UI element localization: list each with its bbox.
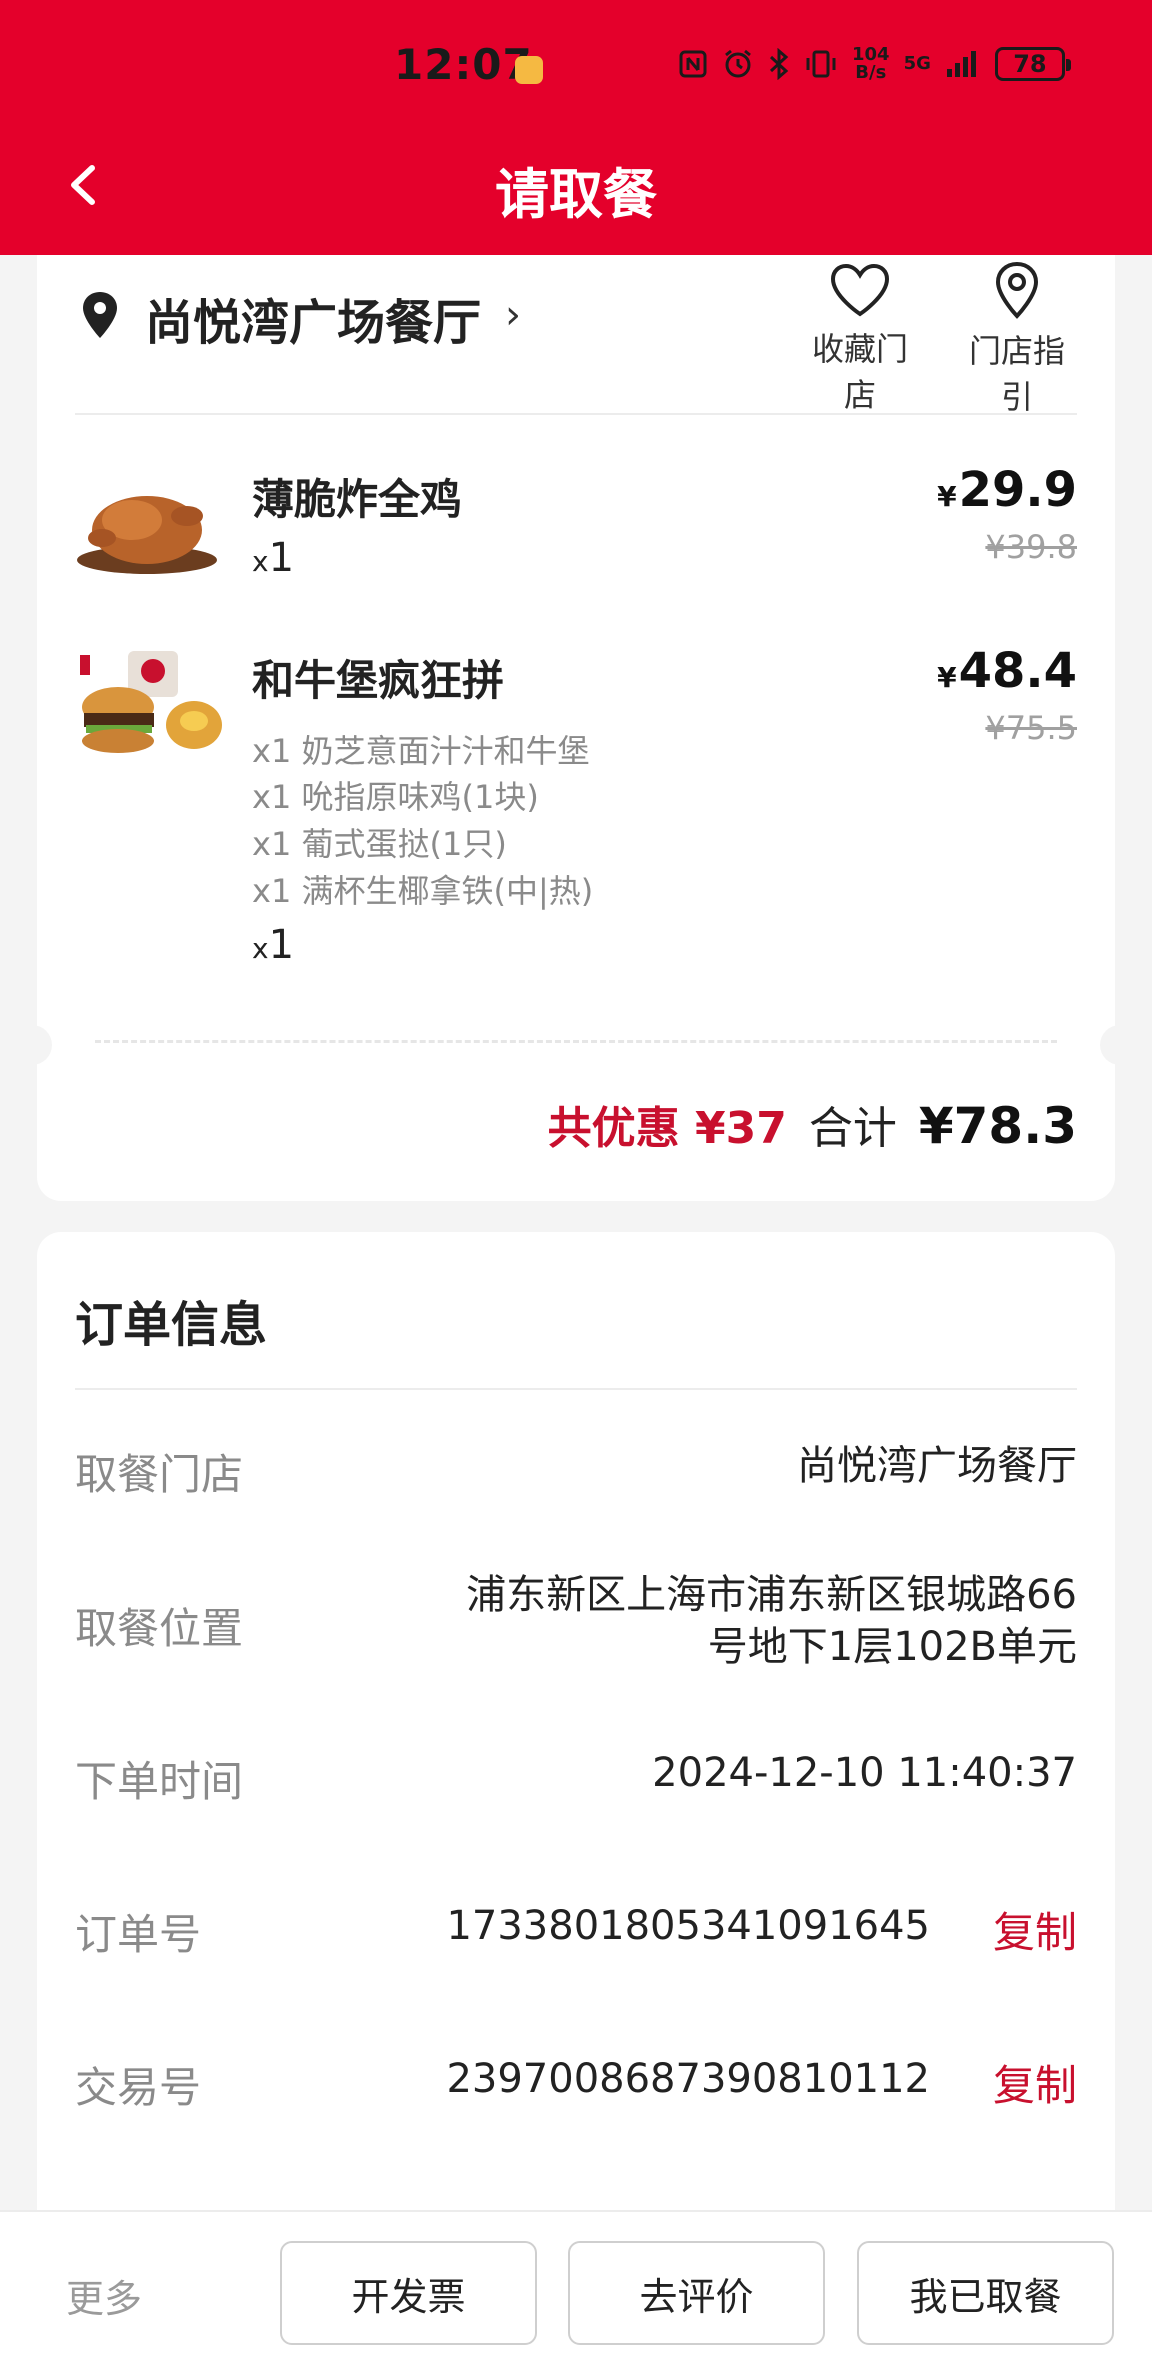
- nfc-icon: [679, 50, 707, 78]
- burger-combo-image: [80, 651, 222, 753]
- alarm-icon: [725, 49, 751, 78]
- invoice-button[interactable]: 开发票: [280, 2241, 537, 2345]
- dashed-divider: [95, 1040, 1057, 1043]
- signal-icon: [946, 51, 976, 77]
- info-label-pickup-location: 取餐位置: [75, 1604, 244, 1653]
- store-guide-button[interactable]: 门店指引: [954, 260, 1080, 418]
- info-label-order-number: 订单号: [75, 1910, 202, 1959]
- vibrate-icon: [806, 50, 836, 78]
- picked-up-button[interactable]: 我已取餐: [857, 2241, 1114, 2345]
- copy-transaction-number-button[interactable]: 复制: [993, 2052, 1077, 2113]
- order-info-title: 订单信息: [75, 1297, 268, 1353]
- item-quantity: x1: [252, 535, 295, 581]
- notification-app-icon: [515, 56, 543, 84]
- favorite-store-button[interactable]: 收藏门店: [797, 262, 923, 416]
- chevron-right-icon[interactable]: ›: [505, 292, 521, 338]
- bluetooth-icon: [769, 48, 789, 80]
- battery-icon: 78: [994, 47, 1071, 81]
- sub-item: x1 奶芝意面汁汁和牛堡: [252, 732, 590, 770]
- info-value-pickup-store: 尚悦湾广场餐厅: [797, 1443, 1077, 1489]
- status-icons: 104 B/s 5G 78: [678, 44, 1071, 83]
- network-type: 5G: [903, 53, 931, 74]
- page-title: 请取餐: [495, 163, 657, 226]
- fried-chicken-image: [77, 496, 217, 574]
- sub-item: x1 葡式蛋挞(1只): [252, 825, 507, 863]
- info-value-order-number: 1733801805341091645: [446, 1903, 930, 1949]
- net-speed: 104 B/s: [852, 44, 890, 83]
- heart-icon: [830, 263, 890, 317]
- info-value-order-time: 2024-12-10 11:40:37: [652, 1750, 1077, 1796]
- sub-item: x1 吮指原味鸡(1块): [252, 778, 539, 816]
- info-label-transaction-number: 交易号: [75, 2063, 202, 2112]
- total-label: 合计: [808, 1103, 897, 1154]
- info-value-transaction-number: 2397008687390810112: [446, 2056, 930, 2102]
- store-guide-label: 门店指引: [968, 332, 1065, 416]
- review-button[interactable]: 去评价: [568, 2241, 825, 2345]
- store-name[interactable]: 尚悦湾广场餐厅: [145, 283, 481, 353]
- item-price: ¥48.4: [937, 643, 1077, 699]
- status-bar: 12:07 104 B/s 5G 78: [0, 0, 1152, 135]
- item-original-price: ¥39.8: [985, 528, 1077, 566]
- status-time: 12:07: [394, 40, 533, 89]
- info-value-pickup-location: 浦东新区上海市浦东新区银城路66 号地下1层102B单元: [466, 1572, 1077, 1670]
- item-quantity: x1: [252, 922, 295, 968]
- copy-order-number-button[interactable]: 复制: [993, 1899, 1077, 1960]
- divider: [75, 1388, 1077, 1390]
- map-pin-outline-icon: [995, 261, 1039, 319]
- location-pin-icon: [83, 292, 117, 338]
- order-total-row: 共优惠 ¥37 合计 ¥78.3: [548, 1092, 1077, 1156]
- app-header: 12:07 104 B/s 5G 78 请取餐: [0, 0, 1152, 255]
- favorite-store-label: 收藏门店: [811, 330, 908, 414]
- item-name: 薄脆炸全鸡: [252, 475, 463, 524]
- sub-item: x1 满杯生椰拿铁(中|热): [252, 872, 594, 910]
- discount-amount: 共优惠 ¥37: [547, 1103, 787, 1154]
- info-label-order-time: 下单时间: [75, 1757, 244, 1806]
- total-amount: ¥78.3: [918, 1097, 1077, 1155]
- info-label-pickup-store: 取餐门店: [75, 1450, 244, 1499]
- item-price: ¥29.9: [937, 462, 1077, 518]
- item-name: 和牛堡疯狂拼: [252, 656, 505, 705]
- item-original-price: ¥75.5: [985, 709, 1077, 747]
- more-button[interactable]: 更多: [66, 2268, 142, 2323]
